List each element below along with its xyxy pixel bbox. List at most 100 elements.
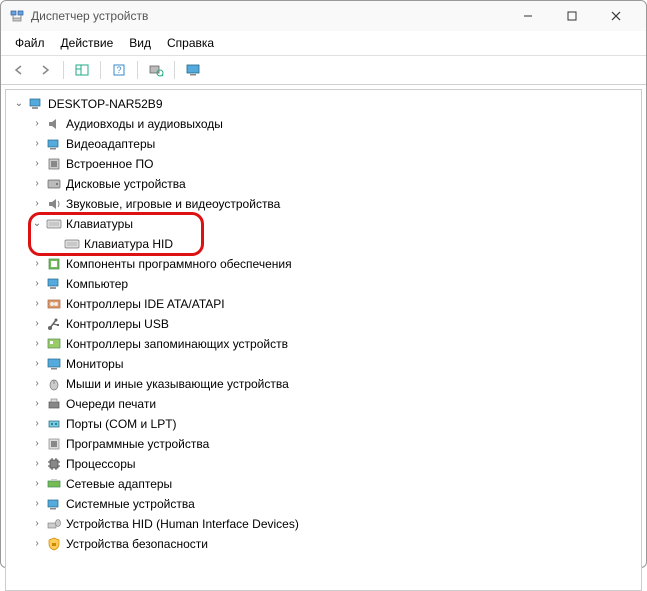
category-label[interactable]: Процессоры xyxy=(66,454,136,474)
category-row[interactable]: › Контроллеры USB xyxy=(12,314,635,334)
expand-toggle[interactable]: › xyxy=(30,494,44,514)
forward-button[interactable] xyxy=(33,59,57,81)
expand-toggle[interactable]: › xyxy=(30,294,44,314)
expand-toggle[interactable]: › xyxy=(30,374,44,394)
maximize-button[interactable] xyxy=(550,1,594,31)
category-label[interactable]: Звуковые, игровые и видеоустройства xyxy=(66,194,280,214)
category-row[interactable]: › Системные устройства xyxy=(12,494,635,514)
category-label[interactable]: Очереди печати xyxy=(66,394,156,414)
back-button[interactable] xyxy=(7,59,31,81)
toolbar-separator xyxy=(174,61,175,79)
expand-toggle[interactable]: › xyxy=(30,154,44,174)
expand-toggle[interactable]: › xyxy=(30,134,44,154)
category-label[interactable]: Системные устройства xyxy=(66,494,195,514)
tree-panel: ⌄ DESKTOP-NAR52B9 › Аудиовходы и аудиовых… xyxy=(5,89,642,591)
computer-icon xyxy=(28,96,44,112)
category-label[interactable]: Контроллеры USB xyxy=(66,314,169,334)
category-row[interactable]: › Контроллеры запоминающих устройств xyxy=(12,334,635,354)
category-label[interactable]: Контроллеры IDE ATA/ATAPI xyxy=(66,294,225,314)
toolbar-separator xyxy=(100,61,101,79)
expand-toggle[interactable]: › xyxy=(30,514,44,534)
category-icon xyxy=(46,276,62,292)
category-label[interactable]: Мониторы xyxy=(66,354,123,374)
expand-toggle[interactable]: › xyxy=(30,114,44,134)
category-icon xyxy=(46,356,62,372)
category-icon xyxy=(46,536,62,552)
expand-toggle[interactable]: › xyxy=(30,194,44,214)
category-row[interactable]: › Устройства безопасности xyxy=(12,534,635,554)
monitor-button[interactable] xyxy=(181,59,205,81)
category-label[interactable]: Программные устройства xyxy=(66,434,209,454)
category-label[interactable]: Аудиовходы и аудиовыходы xyxy=(66,114,223,134)
expand-toggle[interactable]: › xyxy=(30,474,44,494)
category-icon xyxy=(46,396,62,412)
expand-toggle[interactable]: › xyxy=(30,414,44,434)
category-label[interactable]: Мыши и иные указывающие устройства xyxy=(66,374,289,394)
category-label[interactable]: Порты (COM и LPT) xyxy=(66,414,177,434)
category-row[interactable]: › Очереди печати xyxy=(12,394,635,414)
category-row[interactable]: › Контроллеры IDE ATA/ATAPI xyxy=(12,294,635,314)
category-icon xyxy=(46,316,62,332)
show-hidden-button[interactable] xyxy=(70,59,94,81)
root-label[interactable]: DESKTOP-NAR52B9 xyxy=(48,94,163,114)
category-row[interactable]: › Мыши и иные указывающие устройства xyxy=(12,374,635,394)
expand-toggle[interactable]: › xyxy=(30,334,44,354)
category-row[interactable]: › Сетевые адаптеры xyxy=(12,474,635,494)
scan-button[interactable] xyxy=(144,59,168,81)
expand-toggle[interactable]: › xyxy=(30,254,44,274)
category-icon xyxy=(46,256,62,272)
category-label[interactable]: Встроенное ПО xyxy=(66,154,153,174)
category-row[interactable]: › Встроенное ПО xyxy=(12,154,635,174)
minimize-button[interactable] xyxy=(506,1,550,31)
category-row[interactable]: › Дисковые устройства xyxy=(12,174,635,194)
close-button[interactable] xyxy=(594,1,638,31)
menu-help[interactable]: Справка xyxy=(159,33,222,53)
window-buttons xyxy=(506,1,638,31)
category-icon xyxy=(46,376,62,392)
category-label[interactable]: Сетевые адаптеры xyxy=(66,474,172,494)
category-row[interactable]: › Аудиовходы и аудиовыходы xyxy=(12,114,635,134)
expand-toggle[interactable]: › xyxy=(30,314,44,334)
device-tree[interactable]: ⌄ DESKTOP-NAR52B9 › Аудиовходы и аудиовых… xyxy=(6,90,641,564)
category-icon xyxy=(46,196,62,212)
category-label[interactable]: Видеоадаптеры xyxy=(66,134,155,154)
category-row[interactable]: › Мониторы xyxy=(12,354,635,374)
expand-toggle[interactable]: › xyxy=(30,434,44,454)
titlebar: Диспетчер устройств xyxy=(1,1,646,31)
menu-file[interactable]: Файл xyxy=(7,33,53,53)
category-label[interactable]: Устройства безопасности xyxy=(66,534,208,554)
category-keyboards[interactable]: Клавиатуры xyxy=(66,214,133,234)
device-keyboard-hid[interactable]: Клавиатура HID xyxy=(84,234,173,254)
category-label[interactable]: Компоненты программного обеспечения xyxy=(66,254,292,274)
toolbar-separator xyxy=(137,61,138,79)
category-row[interactable]: › Компьютер xyxy=(12,274,635,294)
category-label[interactable]: Устройства HID (Human Interface Devices) xyxy=(66,514,299,534)
category-row[interactable]: › Программные устройства xyxy=(12,434,635,454)
expand-toggle[interactable]: › xyxy=(30,394,44,414)
category-row[interactable]: › Процессоры xyxy=(12,454,635,474)
category-row[interactable]: › Видеоадаптеры xyxy=(12,134,635,154)
menu-view[interactable]: Вид xyxy=(121,33,159,53)
expand-toggle[interactable]: ⌄ xyxy=(12,94,26,114)
category-label[interactable]: Контроллеры запоминающих устройств xyxy=(66,334,288,354)
category-label[interactable]: Компьютер xyxy=(66,274,128,294)
expand-toggle[interactable]: › xyxy=(30,354,44,374)
expand-toggle[interactable]: › xyxy=(30,454,44,474)
category-row[interactable]: › Порты (COM и LPT) xyxy=(12,414,635,434)
category-icon xyxy=(46,516,62,532)
menu-action[interactable]: Действие xyxy=(53,33,122,53)
category-row[interactable]: › Устройства HID (Human Interface Devices… xyxy=(12,514,635,534)
help-button[interactable]: ? xyxy=(107,59,131,81)
category-icon xyxy=(46,136,62,152)
expand-toggle[interactable]: › xyxy=(30,174,44,194)
expand-toggle[interactable]: › xyxy=(30,274,44,294)
category-label[interactable]: Дисковые устройства xyxy=(66,174,186,194)
category-row[interactable]: › Компоненты программного обеспечения xyxy=(12,254,635,274)
category-row[interactable]: › Звуковые, игровые и видеоустройства xyxy=(12,194,635,214)
svg-text:?: ? xyxy=(116,65,121,75)
category-icon xyxy=(46,296,62,312)
category-icon xyxy=(46,156,62,172)
expand-toggle[interactable]: › xyxy=(30,534,44,554)
expand-toggle[interactable]: ⌄ xyxy=(30,214,44,234)
toolbar-separator xyxy=(63,61,64,79)
